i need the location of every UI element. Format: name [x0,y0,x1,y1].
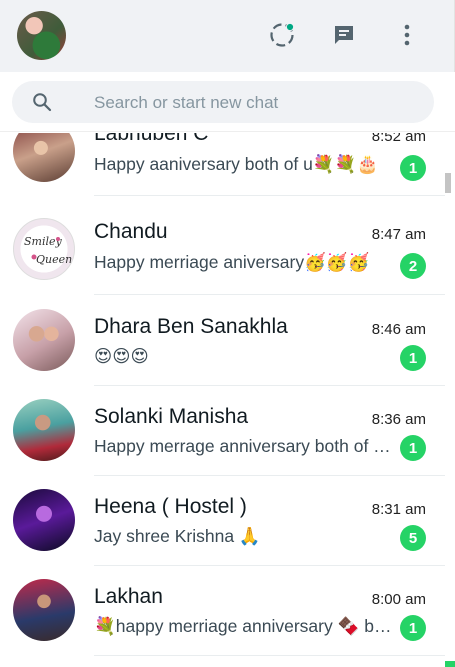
menu-icon[interactable] [392,20,422,50]
status-icon[interactable] [267,20,297,50]
unread-badge: 2 [400,253,426,279]
avatar [13,399,75,461]
header [0,0,455,72]
unread-badge: 1 [400,155,426,181]
scroll-thumb[interactable] [445,173,451,193]
scrollbar[interactable] [445,133,455,667]
chat-time: 8:31 am [371,501,426,518]
avatar [13,579,75,641]
row-divider [94,655,445,656]
avatar [13,309,75,371]
chat-list: Labhuben C 8:52 am Happy aaniversary bot… [0,133,445,667]
chat-row[interactable]: Dhara Ben Sanakhla 8:46 am 😍😍😍 1 [0,286,445,386]
avatar [13,133,75,182]
avatar [13,489,75,551]
chat-time: 8:52 am [371,133,426,145]
svg-text:Queen: Queen [36,253,72,266]
unread-badge: 1 [400,435,426,461]
unread-badge: 1 [400,345,426,371]
chat-last-message: 😍😍😍 [94,346,149,366]
chat-time: 8:36 am [371,411,426,428]
chat-time: 8:00 am [371,591,426,608]
chat-row[interactable]: Solanki Manisha 8:36 am Happy merrage an… [0,376,445,476]
chat-name: Chandu [94,220,168,243]
svg-text:Smiley: Smiley [24,235,63,248]
chat-row[interactable]: Labhuben C 8:52 am Happy aaniversary bot… [0,133,445,196]
chat-name: Dhara Ben Sanakhla [94,315,288,338]
search-box[interactable] [12,81,434,125]
chat-last-message: Happy merrage anniversary both of you [94,436,392,456]
chat-last-message: Jay shree Krishna 🙏 [94,526,261,546]
chat-last-message: 💐happy merriage anniversary 🍫 both of yo… [94,616,392,636]
search-input[interactable] [92,81,416,125]
profile-avatar[interactable] [17,11,66,60]
chat-name: Solanki Manisha [94,405,249,428]
chat-name: Heena ( Hostel ) [94,495,247,518]
unread-badge: 1 [400,615,426,641]
chat-name: Lakhan [94,585,163,608]
new-chat-icon[interactable] [329,20,359,50]
search-bar [0,72,455,132]
search-icon [32,92,52,112]
unread-badge: 5 [400,525,426,551]
chat-row[interactable]: Lakhan 8:00 am 💐happy merriage anniversa… [0,556,445,656]
chat-time: 8:47 am [371,226,426,243]
avatar: Smiley Queen [13,218,75,280]
chat-last-message: Happy merriage aniversary🥳🥳🥳 [94,252,370,272]
chat-time: 8:46 am [371,321,426,338]
chat-row[interactable]: Heena ( Hostel ) 8:31 am Jay shree Krish… [0,466,445,566]
chat-row[interactable]: Smiley Queen Chandu 8:47 am Happy merria… [0,196,445,295]
bottom-accent-strip [445,661,455,667]
chat-name: Labhuben C [94,133,209,145]
chat-last-message: Happy aaniversary both of u💐💐🎂 [94,154,379,174]
